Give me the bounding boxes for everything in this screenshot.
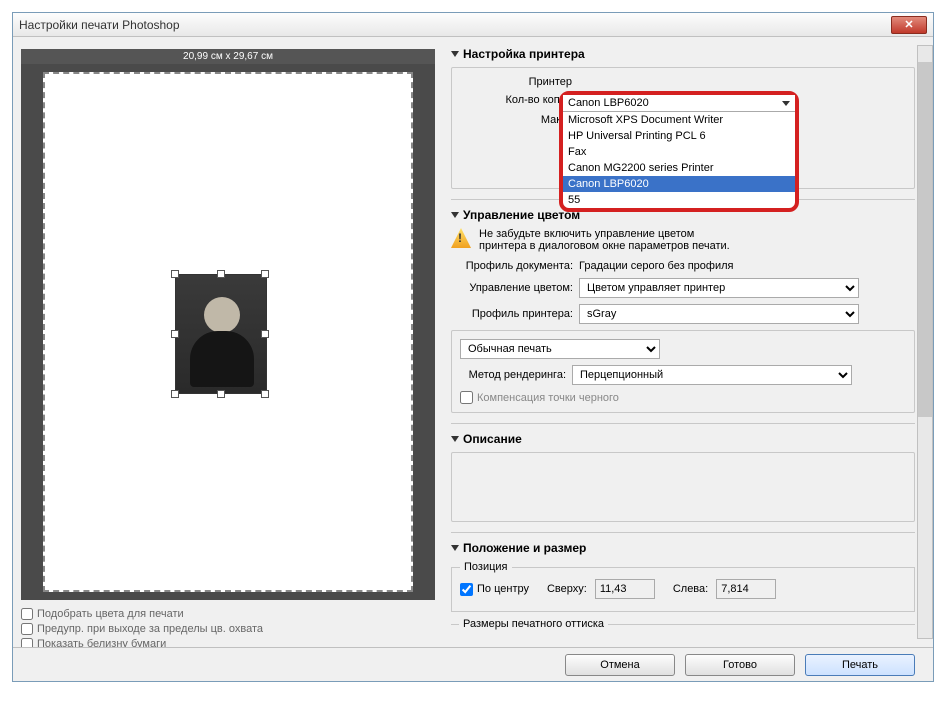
checkbox[interactable]: [460, 583, 473, 596]
print-mode-select[interactable]: Обычная печать: [460, 339, 660, 359]
chevron-down-icon: [451, 545, 459, 551]
printer-option[interactable]: 55: [563, 192, 795, 208]
dialog-footer: Отмена Готово Печать: [13, 647, 933, 681]
print-button[interactable]: Печать: [805, 654, 915, 676]
preview-area: [21, 64, 435, 600]
checkbox[interactable]: [21, 623, 33, 635]
printer-option[interactable]: Microsoft XPS Document Writer: [563, 112, 795, 128]
print-size-fieldset: Размеры печатного оттиска: [451, 618, 915, 642]
done-button[interactable]: Готово: [685, 654, 795, 676]
black-point-check[interactable]: Компенсация точки черного: [460, 391, 906, 404]
close-button[interactable]: ✕: [891, 16, 927, 34]
printer-dropdown-selected[interactable]: Canon LBP6020: [563, 95, 795, 112]
color-handling-label: Управление цветом:: [451, 282, 579, 294]
checkbox[interactable]: [21, 608, 33, 620]
position-legend: Позиция: [460, 561, 512, 573]
close-icon: ✕: [904, 18, 913, 31]
warning-text: Не забудьте включить управление цветом п…: [479, 228, 730, 252]
chevron-down-icon: [451, 212, 459, 218]
render-label: Метод рендеринга:: [460, 369, 572, 381]
chevron-down-icon: [451, 436, 459, 442]
render-group: Обычная печать Метод рендеринга:Перцепци…: [451, 330, 915, 413]
chevron-down-icon: [451, 51, 459, 57]
resize-handle[interactable]: [171, 390, 179, 398]
match-colors-check[interactable]: Подобрать цвета для печати: [21, 608, 435, 620]
warning-icon: [451, 228, 471, 248]
resize-handle[interactable]: [217, 390, 225, 398]
printer-dropdown-open[interactable]: Canon LBP6020 Microsoft XPS Document Wri…: [559, 91, 799, 212]
printer-profile-select[interactable]: sGray: [579, 304, 859, 324]
cancel-button[interactable]: Отмена: [565, 654, 675, 676]
doc-profile-value: Градации серого без профиля: [579, 260, 733, 272]
preview-image[interactable]: [175, 274, 267, 394]
printer-option-highlighted[interactable]: Canon LBP6020: [563, 176, 795, 192]
resize-handle[interactable]: [171, 330, 179, 338]
position-fieldset: Позиция По центру Сверху: Слева:: [451, 561, 915, 612]
center-check[interactable]: По центру: [460, 583, 529, 596]
resize-handle[interactable]: [217, 270, 225, 278]
printer-option[interactable]: Canon MG2200 series Printer: [563, 160, 795, 176]
chevron-down-icon: [782, 101, 790, 106]
render-intent-select[interactable]: Перцепционный: [572, 365, 852, 385]
printer-option[interactable]: HP Universal Printing PCL 6: [563, 128, 795, 144]
top-input[interactable]: [595, 579, 655, 599]
resize-handle[interactable]: [171, 270, 179, 278]
left-input[interactable]: [716, 579, 776, 599]
resize-handle[interactable]: [261, 330, 269, 338]
color-warning: Не забудьте включить управление цветом п…: [451, 228, 915, 252]
description-heading[interactable]: Описание: [451, 432, 915, 446]
printer-setup-heading[interactable]: Настройка принтера: [451, 47, 915, 61]
window-title: Настройки печати Photoshop: [19, 18, 891, 32]
printer-label: Принтер: [460, 76, 578, 88]
printer-profile-label: Профиль принтера:: [451, 308, 579, 320]
printer-option[interactable]: Fax: [563, 144, 795, 160]
description-group: [451, 452, 915, 522]
print-settings-window: Настройки печати Photoshop ✕ 20,99 см x …: [12, 12, 934, 682]
scrollbar[interactable]: [917, 45, 933, 639]
checkbox[interactable]: [460, 391, 473, 404]
resize-handle[interactable]: [261, 270, 269, 278]
print-size-legend: Размеры печатного оттиска: [459, 618, 608, 630]
pos-size-heading[interactable]: Положение и размер: [451, 541, 915, 555]
preview-page[interactable]: [43, 72, 413, 592]
gamut-warning-check[interactable]: Предупр. при выходе за пределы цв. охват…: [21, 623, 435, 635]
preview-pane: 20,99 см x 29,67 см Подобрать цвета для …: [13, 37, 443, 647]
top-label: Сверху:: [547, 583, 587, 595]
doc-profile-label: Профиль документа:: [451, 260, 579, 272]
titlebar: Настройки печати Photoshop ✕: [13, 13, 933, 37]
left-label: Слева:: [673, 583, 708, 595]
color-handling-select[interactable]: Цветом управляет принтер: [579, 278, 859, 298]
paper-size-label: 20,99 см x 29,67 см: [21, 49, 435, 64]
resize-handle[interactable]: [261, 390, 269, 398]
